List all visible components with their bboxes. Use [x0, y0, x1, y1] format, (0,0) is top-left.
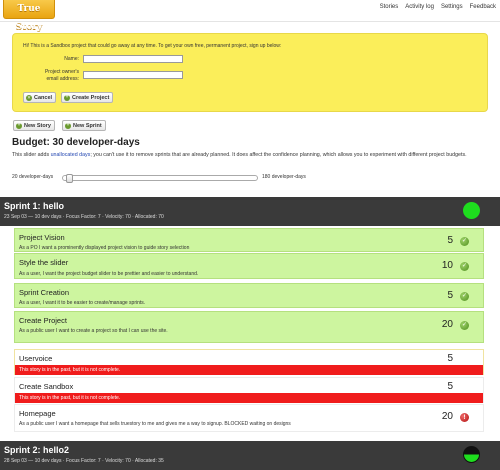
create-project-button[interactable]: Create Project — [61, 92, 114, 103]
budget-desc-part1: This slider adds — [12, 152, 51, 158]
cancel-icon — [26, 94, 32, 101]
budget-slider-handle[interactable] — [66, 174, 73, 183]
story-description: As a user, I want it to be easier to cre… — [19, 300, 146, 306]
sprint-status-indicator — [463, 446, 480, 463]
story-description: As a public user I want a homepage that … — [19, 421, 291, 427]
story-alert: This story is in the past, but it is not… — [15, 393, 483, 403]
story-name: Create Sandbox — [19, 382, 74, 391]
new-story-button[interactable]: New Story — [13, 120, 55, 131]
nav-activity-log[interactable]: Activity log — [405, 4, 434, 10]
story-description: As a PO I want a prominently displayed p… — [19, 245, 190, 251]
story-points: 5 — [447, 381, 453, 392]
check-icon — [460, 292, 469, 301]
email-input[interactable] — [83, 71, 183, 79]
budget-slider[interactable] — [62, 174, 258, 183]
email-label-line1: Project owner's — [44, 69, 79, 75]
check-icon — [460, 237, 469, 246]
sprint-meta: 23 Sep 03 — 10 dev days · Focus Factor: … — [4, 214, 164, 220]
top-bar: True Story Stories Activity log Settings… — [0, 0, 500, 32]
new-sprint-button[interactable]: New Sprint — [62, 120, 106, 131]
budget-slider-min-label: 20 developer-days — [12, 174, 54, 180]
nav-stories[interactable]: Stories — [380, 4, 399, 10]
name-label: Name: — [64, 56, 79, 62]
story-points: 5 — [447, 353, 453, 364]
top-nav: Stories Activity log Settings Feedback — [380, 4, 496, 10]
sprint-title: Sprint 1: hello — [4, 201, 65, 211]
check-icon — [460, 262, 469, 271]
name-input[interactable] — [83, 55, 183, 63]
sprint-header[interactable]: Sprint 2: hello2 28 Sep 03 — 10 dev days… — [0, 441, 500, 470]
story-points: 10 — [441, 260, 453, 271]
story-alert: This story is in the past, but it is not… — [15, 365, 483, 375]
check-icon — [460, 321, 469, 330]
story-name: Style the slider — [19, 258, 69, 267]
story-description: As a public user I want to create a proj… — [19, 328, 168, 334]
story-points: 20 — [441, 319, 453, 330]
story-points: 5 — [447, 290, 453, 301]
plus-icon — [65, 122, 71, 129]
story-description: As a user, I want the project budget sli… — [19, 271, 199, 277]
warning-icon — [460, 413, 469, 422]
story-card[interactable]: Create Sandbox 5 This story is in the pa… — [14, 377, 484, 403]
cancel-button-label: Cancel — [34, 94, 53, 101]
sprint-meta: 28 Sep 03 — 10 dev days · Focus Factor: … — [4, 458, 164, 464]
notice-text: Hi! This is a Sandbox project that could… — [23, 43, 282, 49]
budget-title: Budget: 30 developer-days — [12, 137, 140, 148]
story-card[interactable]: Uservoice 5 This story is in the past, b… — [14, 349, 484, 375]
sprint-title: Sprint 2: hello2 — [4, 445, 70, 455]
story-card[interactable]: Project Vision As a PO I want a prominen… — [14, 228, 484, 252]
unallocated-days-link[interactable]: unallocated days — [51, 152, 91, 158]
email-label-line2: email address: — [46, 76, 79, 82]
app-logo[interactable]: True Story — [3, 0, 55, 32]
budget-desc-part2: ; you can't use it to remove sprints tha… — [90, 152, 467, 158]
cancel-button[interactable]: Cancel — [23, 92, 57, 103]
create-project-label: Create Project — [72, 94, 110, 101]
story-name: Project Vision — [19, 233, 65, 242]
nav-settings[interactable]: Settings — [441, 4, 463, 10]
sandbox-notice: Hi! This is a Sandbox project that could… — [12, 33, 488, 112]
story-name: Create Project — [19, 316, 67, 325]
sprint-header[interactable]: Sprint 1: hello 23 Sep 03 — 10 dev days … — [0, 197, 500, 226]
story-card[interactable]: Create Project As a public user I want t… — [14, 311, 484, 343]
story-name: Sprint Creation — [19, 288, 70, 297]
story-card[interactable]: Style the slider As a user, I want the p… — [14, 253, 484, 279]
plus-icon — [64, 94, 70, 101]
story-card[interactable]: Sprint Creation As a user, I want it to … — [14, 283, 484, 308]
story-card[interactable]: Homepage As a public user I want a homep… — [14, 404, 484, 432]
plus-icon — [16, 122, 22, 129]
new-story-label: New Story — [24, 122, 51, 129]
budget-slider-max-label: 180 developer-days — [262, 174, 306, 180]
budget-description: This slider adds unallocated days; you c… — [12, 152, 488, 159]
sprint-status-indicator — [463, 202, 480, 219]
new-sprint-label: New Sprint — [73, 122, 102, 129]
nav-feedback[interactable]: Feedback — [470, 4, 496, 10]
story-name: Uservoice — [19, 354, 53, 363]
story-name: Homepage — [19, 409, 56, 418]
story-points: 20 — [441, 411, 453, 422]
story-points: 5 — [447, 235, 453, 246]
